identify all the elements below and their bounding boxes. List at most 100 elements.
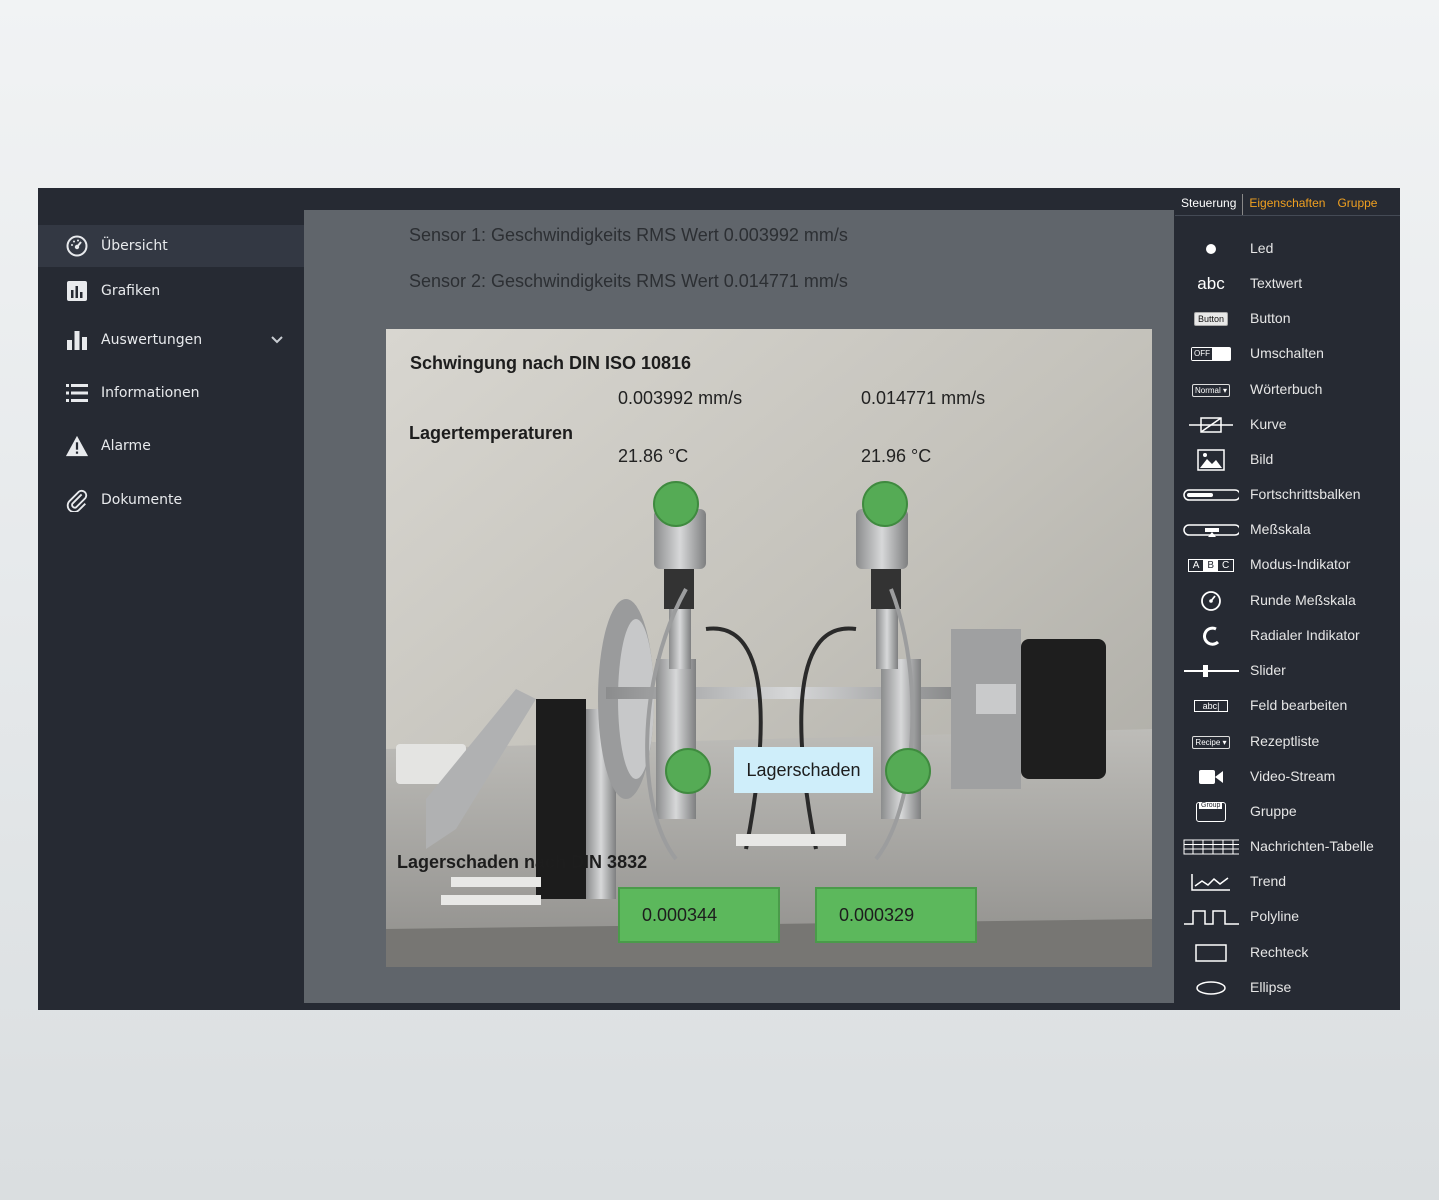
control-label: Video-Stream — [1250, 768, 1336, 784]
curve-icon — [1183, 413, 1239, 437]
control-radialer-indikator[interactable]: Radialer Indikator — [1175, 621, 1400, 651]
sidebar-item-alarme[interactable]: Alarme — [38, 425, 304, 467]
recipe-list-icon-text: Recipe — [1195, 737, 1221, 747]
sidebar-item-label: Dokumente — [101, 492, 183, 508]
sidebar-item-label: Grafiken — [101, 283, 161, 299]
damage-value-1: 0.000344 — [642, 904, 718, 925]
sidebar-item-dokumente[interactable]: Dokumente — [38, 479, 304, 521]
control-label: Slider — [1250, 662, 1286, 678]
sensor-2-line: Sensor 2: Geschwindigkeits RMS Wert 0.01… — [409, 271, 848, 291]
control-label: Rechteck — [1250, 944, 1309, 960]
vibration-value-2: 0.014771 mm/s — [861, 388, 986, 408]
main-canvas: Sensor 1: Geschwindigkeits RMS Wert 0.00… — [304, 210, 1174, 1003]
control-umschalten[interactable]: OFF Umschalten — [1175, 339, 1400, 369]
button-icon-text: Button — [1193, 312, 1229, 326]
sidebar-item-label: Auswertungen — [101, 332, 203, 348]
ellipse-icon — [1183, 976, 1239, 1000]
chevron-down-icon[interactable] — [270, 333, 284, 347]
vibration-heading: Schwingung nach DIN ISO 10816 — [410, 353, 692, 373]
control-label: Trend — [1250, 873, 1287, 889]
control-button[interactable]: Button Button — [1175, 304, 1400, 334]
radial-indicator-icon — [1183, 624, 1239, 648]
image-icon — [1183, 448, 1239, 472]
led-sensor-1-top — [653, 481, 699, 527]
control-modus-indikator[interactable]: ABC Modus-Indikator — [1175, 550, 1400, 580]
bar-chart-icon — [65, 328, 89, 352]
control-label: Feld bearbeiten — [1250, 697, 1348, 713]
sidebar-item-label: Informationen — [101, 385, 200, 401]
recipe-list-icon: Recipe ▾ — [1183, 730, 1239, 754]
rectangle-icon — [1183, 941, 1239, 965]
app-window: Übersicht Grafiken Auswertungen Informat… — [38, 188, 1400, 1010]
control-gruppe[interactable]: Group Gruppe — [1175, 797, 1400, 827]
sidebar-item-auswertungen[interactable]: Auswertungen — [38, 319, 304, 361]
control-runde-messskala[interactable]: Runde Meßskala — [1175, 586, 1400, 616]
control-label: Wörterbuch — [1250, 381, 1323, 397]
sidebar-item-uebersicht[interactable]: Übersicht — [38, 225, 304, 267]
control-label: Fortschrittsbalken — [1250, 486, 1361, 502]
temperature-value-2: 21.96 °C — [861, 446, 932, 466]
sidebar-item-informationen[interactable]: Informationen — [38, 372, 304, 414]
control-fortschrittsbalken[interactable]: Fortschrittsbalken — [1175, 480, 1400, 510]
control-label: Radialer Indikator — [1250, 627, 1360, 643]
led-icon — [1183, 237, 1239, 261]
damage-value-box-1: 0.000344 — [618, 887, 780, 943]
control-ellipse[interactable]: Ellipse — [1175, 973, 1400, 1003]
tab-steuerung[interactable]: Steuerung — [1175, 194, 1244, 216]
text-value-icon-text: abc — [1197, 274, 1225, 293]
control-textwert[interactable]: abc Textwert — [1175, 269, 1400, 299]
tab-gruppe[interactable]: Gruppe — [1331, 194, 1383, 216]
mode-icon-b: B — [1203, 559, 1219, 571]
control-video-stream[interactable]: Video-Stream — [1175, 762, 1400, 792]
edit-field-icon: abc| — [1183, 694, 1239, 718]
control-label: Meßskala — [1250, 521, 1311, 537]
vibration-value-1: 0.003992 mm/s — [618, 388, 743, 408]
control-nachrichten-tabelle[interactable]: Nachrichten-Tabelle — [1175, 832, 1400, 862]
control-rechteck[interactable]: Rechteck — [1175, 938, 1400, 968]
group-icon: Group — [1183, 800, 1239, 824]
round-gauge-icon — [1183, 589, 1239, 613]
control-label: Runde Meßskala — [1250, 592, 1356, 608]
bearing-damage-label: Lagerschaden — [734, 747, 873, 793]
message-table-icon — [1183, 835, 1239, 859]
control-label: Gruppe — [1250, 803, 1297, 819]
control-label: Kurve — [1250, 416, 1287, 432]
control-label: Rezeptliste — [1250, 733, 1320, 749]
group-icon-text: Group — [1199, 802, 1223, 809]
control-label: Ellipse — [1250, 979, 1292, 995]
control-bild[interactable]: Bild — [1175, 445, 1400, 475]
led-bearing-2 — [885, 748, 931, 794]
tab-eigenschaften[interactable]: Eigenschaften — [1243, 194, 1331, 216]
trend-icon — [1183, 870, 1239, 894]
control-kurve[interactable]: Kurve — [1175, 410, 1400, 440]
control-label: Modus-Indikator — [1250, 556, 1351, 572]
toggle-icon-text: OFF — [1192, 348, 1212, 360]
control-woerterbuch[interactable]: Normal ▾ Wörterbuch — [1175, 375, 1400, 405]
sidebar: Übersicht Grafiken Auswertungen Informat… — [38, 188, 304, 1010]
control-polyline[interactable]: Polyline — [1175, 902, 1400, 932]
control-feld-bearbeiten[interactable]: abc| Feld bearbeiten — [1175, 691, 1400, 721]
list-icon — [65, 381, 89, 405]
button-icon: Button — [1183, 307, 1239, 331]
control-label: Polyline — [1250, 908, 1300, 924]
control-label: Led — [1250, 240, 1274, 256]
control-trend[interactable]: Trend — [1175, 867, 1400, 897]
control-label: Bild — [1250, 451, 1274, 467]
edit-field-icon-text: abc| — [1193, 700, 1229, 712]
mode-icon-c: C — [1222, 559, 1230, 571]
panel-tabs: Steuerung Eigenschaften Gruppe — [1175, 194, 1383, 216]
control-messskala[interactable]: Meßskala — [1175, 515, 1400, 545]
progress-bar-icon — [1183, 483, 1239, 507]
temperature-heading: Lagertemperaturen — [409, 423, 574, 443]
sidebar-item-label: Alarme — [101, 438, 151, 454]
polyline-icon — [1183, 905, 1239, 929]
chart-box-icon — [65, 279, 89, 303]
damage-value-box-2: 0.000329 — [815, 887, 977, 943]
control-label: Umschalten — [1250, 345, 1324, 361]
control-rezeptliste[interactable]: Recipe ▾ Rezeptliste — [1175, 727, 1400, 757]
control-slider[interactable]: Slider — [1175, 656, 1400, 686]
control-led[interactable]: Led — [1175, 234, 1400, 264]
control-label: Nachrichten-Tabelle — [1250, 838, 1374, 854]
mode-indicator-icon: ABC — [1183, 553, 1239, 577]
sidebar-item-grafiken[interactable]: Grafiken — [38, 270, 304, 312]
